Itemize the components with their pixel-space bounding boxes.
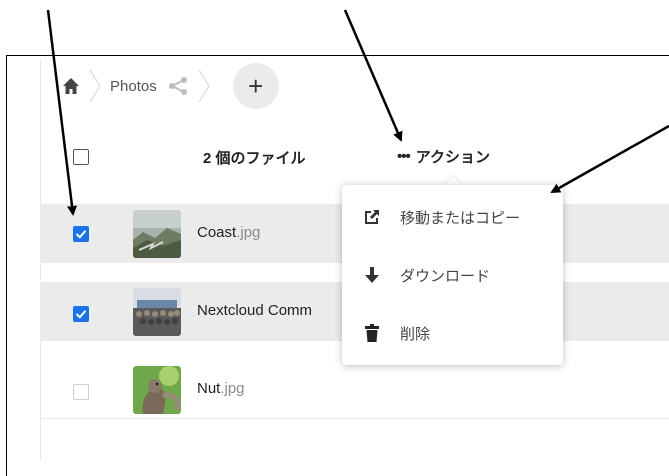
breadcrumb-photos[interactable]: Photos — [110, 78, 157, 95]
selected-file-count: 2 個のファイル — [203, 150, 306, 167]
actions-menu-button[interactable]: ••• アクション — [397, 146, 490, 167]
menu-item-download[interactable]: ダウンロード — [342, 247, 563, 303]
actions-dropdown-menu: 移動またはコピー ダウンロード 削除 — [342, 185, 563, 365]
select-all-checkbox[interactable] — [73, 149, 89, 165]
share-icon[interactable] — [167, 76, 189, 96]
breadcrumb: Photos + — [62, 63, 279, 109]
add-new-button[interactable]: + — [232, 63, 279, 109]
plus-icon: + — [248, 71, 264, 101]
file-row-nut[interactable]: Nut.jpg — [40, 360, 669, 419]
download-icon — [362, 265, 382, 285]
row-checkbox[interactable] — [73, 226, 89, 242]
actions-label: アクション — [415, 149, 491, 166]
home-icon[interactable] — [62, 77, 80, 95]
row-checkbox[interactable] — [73, 384, 89, 400]
menu-item-delete[interactable]: 削除 — [342, 305, 563, 361]
external-link-icon — [362, 207, 382, 227]
more-dots-icon: ••• — [397, 148, 411, 165]
breadcrumb-separator-icon — [88, 66, 102, 106]
row-checkbox[interactable] — [73, 306, 89, 322]
file-name[interactable]: Nextcloud Comm — [197, 302, 312, 319]
file-thumbnail-coast — [133, 210, 181, 258]
file-thumbnail-nut — [133, 366, 181, 414]
trash-icon — [362, 323, 382, 343]
file-thumbnail-community — [133, 288, 181, 336]
breadcrumb-separator-icon — [197, 66, 211, 106]
file-name[interactable]: Nut.jpg — [197, 380, 245, 397]
file-name[interactable]: Coast.jpg — [197, 224, 260, 241]
menu-item-move-or-copy[interactable]: 移動またはコピー — [342, 189, 563, 245]
file-list-header: 2 個のファイル ••• アクション — [40, 130, 669, 180]
